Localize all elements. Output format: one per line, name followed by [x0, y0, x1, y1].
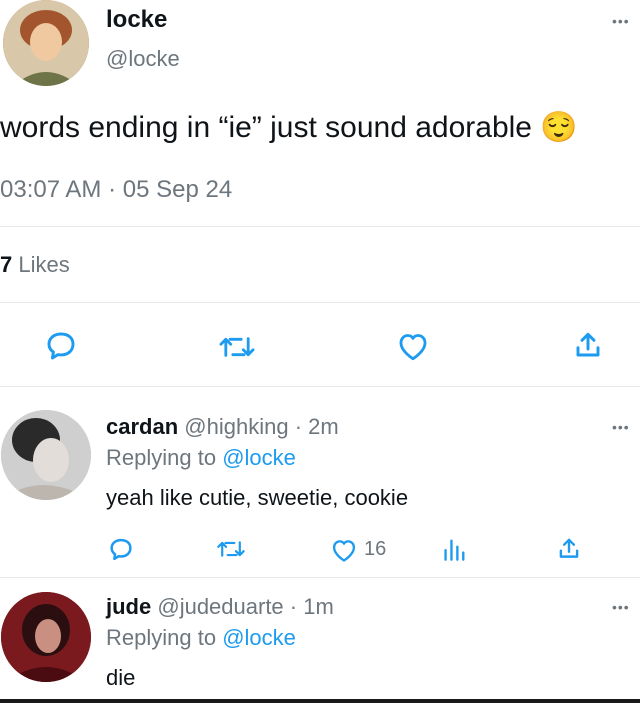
replying-to-link[interactable]: @locke	[222, 625, 296, 650]
reply-avatar[interactable]	[1, 592, 91, 682]
tweet-text: words ending in “ie” just sound adorable…	[0, 111, 578, 144]
retweet-icon[interactable]	[216, 538, 246, 560]
avatar-illustration	[3, 0, 89, 86]
avatar-illustration	[1, 410, 91, 500]
reply-text: die	[106, 665, 136, 690]
avatar-illustration	[1, 592, 91, 682]
likes-label: Likes	[18, 252, 70, 277]
reply-time[interactable]: · 2m	[295, 414, 339, 439]
author-name[interactable]: locke	[106, 6, 167, 34]
analytics-icon[interactable]	[442, 536, 468, 562]
more-options-icon[interactable]: •••	[612, 420, 630, 434]
share-icon[interactable]	[572, 328, 604, 362]
reply-header: jude @judeduarte · 1m	[106, 594, 334, 620]
like-icon[interactable]	[396, 330, 430, 362]
reply-icon[interactable]	[44, 330, 78, 362]
divider	[0, 386, 640, 387]
like-count: 16	[364, 538, 387, 560]
reply-author-handle[interactable]: @highking	[184, 414, 288, 439]
bottom-edge	[0, 699, 640, 703]
more-options-icon[interactable]: •••	[612, 600, 630, 614]
divider	[0, 577, 640, 578]
reply-header: cardan @highking · 2m	[106, 414, 339, 440]
share-icon[interactable]	[556, 535, 582, 562]
reply-text: yeah like cutie, sweetie, cookie	[106, 485, 409, 510]
replying-to-link[interactable]: @locke	[222, 445, 296, 470]
reply-author-name[interactable]: cardan	[106, 414, 178, 439]
likes-stat[interactable]: 7 Likes	[0, 252, 70, 278]
author-avatar[interactable]	[3, 0, 89, 86]
divider	[0, 302, 640, 303]
replying-to-prefix: Replying to	[106, 445, 217, 470]
more-options-icon[interactable]: •••	[612, 14, 630, 28]
likes-count: 7	[0, 252, 13, 277]
replying-to-line: Replying to @locke	[106, 625, 296, 651]
reply-author-name[interactable]: jude	[106, 594, 151, 619]
retweet-icon[interactable]	[218, 333, 256, 361]
like-icon[interactable]	[330, 537, 358, 563]
reply-icon[interactable]	[108, 537, 134, 562]
author-handle[interactable]: @locke	[106, 46, 180, 72]
reply-time[interactable]: · 1m	[290, 594, 334, 619]
replying-to-line: Replying to @locke	[106, 445, 296, 471]
tweet-timestamp[interactable]: 03:07 AM · 05 Sep 24	[0, 176, 232, 204]
divider	[0, 226, 640, 227]
replying-to-prefix: Replying to	[106, 625, 217, 650]
reply-author-handle[interactable]: @judeduarte	[157, 594, 283, 619]
reply-avatar[interactable]	[1, 410, 91, 500]
